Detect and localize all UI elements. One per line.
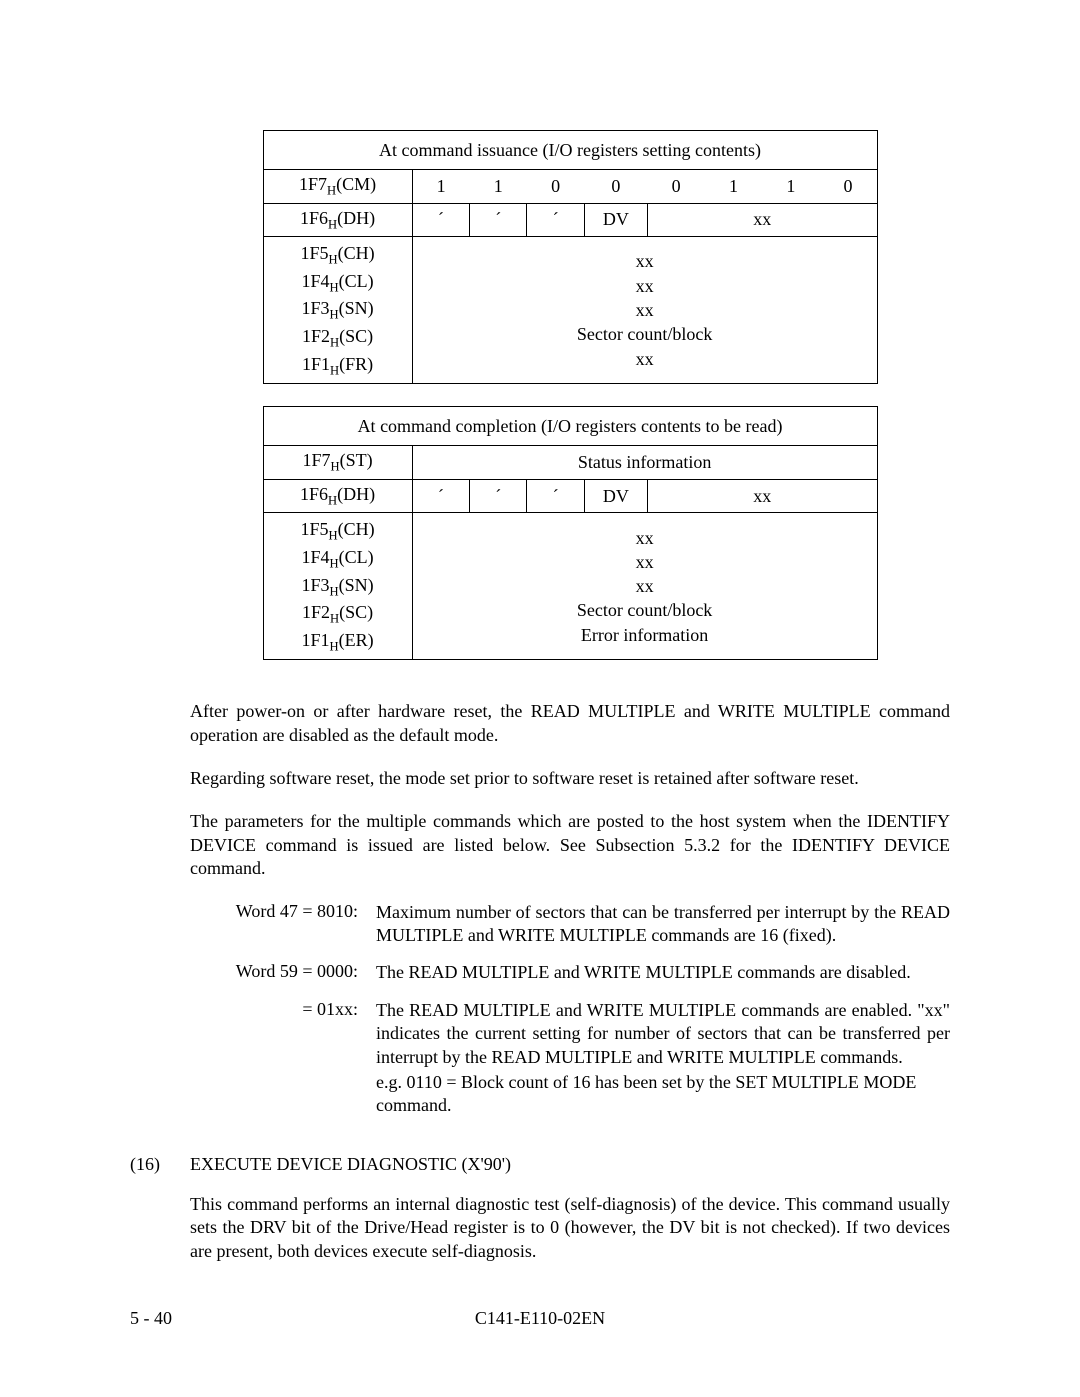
paragraph: After power-on or after hardware reset, …	[190, 700, 950, 747]
reg-label: 1F6H(DH)	[263, 203, 412, 237]
word-key: = 01xx:	[190, 999, 376, 1069]
section-number: (16)	[130, 1154, 190, 1175]
word-val: e.g. 0110 = Block count of 16 has been s…	[376, 1071, 950, 1118]
reg-label: 1F7H(ST)	[263, 446, 412, 480]
reg-label: 1F7H(CM)	[263, 170, 412, 204]
table1-title: At command issuance (I/O registers setti…	[263, 131, 877, 170]
paragraph: Regarding software reset, the mode set p…	[190, 767, 950, 790]
word-val: The READ MULTIPLE and WRITE MULTIPLE com…	[376, 961, 950, 984]
section-title: EXECUTE DEVICE DIAGNOSTIC (X'90')	[190, 1154, 511, 1175]
table-command-completion: At command completion (I/O registers con…	[263, 406, 878, 660]
table2-title: At command completion (I/O registers con…	[263, 407, 877, 446]
section-heading: (16) EXECUTE DEVICE DIAGNOSTIC (X'90')	[130, 1154, 950, 1175]
word-definitions: Word 47 = 8010: Maximum number of sector…	[190, 901, 950, 1118]
page-footer: 5 - 40 C141-E110-02EN	[0, 1308, 1080, 1329]
paragraph: The parameters for the multiple commands…	[190, 810, 950, 880]
reg-label-multi: 1F5H(CH) 1F4H(CL) 1F3H(SN) 1F2H(SC) 1F1H…	[263, 237, 412, 384]
section-body: This command performs an internal diagno…	[190, 1193, 950, 1263]
word-val: Maximum number of sectors that can be tr…	[376, 901, 950, 948]
word-val: The READ MULTIPLE and WRITE MULTIPLE com…	[376, 999, 950, 1069]
word-key: Word 47 = 8010:	[190, 901, 376, 948]
table-command-issuance: At command issuance (I/O registers setti…	[263, 130, 878, 384]
reg-label: 1F6H(DH)	[263, 479, 412, 513]
word-key: Word 59 = 0000:	[190, 961, 376, 984]
footer-center: C141-E110-02EN	[0, 1308, 1080, 1329]
reg-label-multi: 1F5H(CH) 1F4H(CL) 1F3H(SN) 1F2H(SC) 1F1H…	[263, 513, 412, 660]
